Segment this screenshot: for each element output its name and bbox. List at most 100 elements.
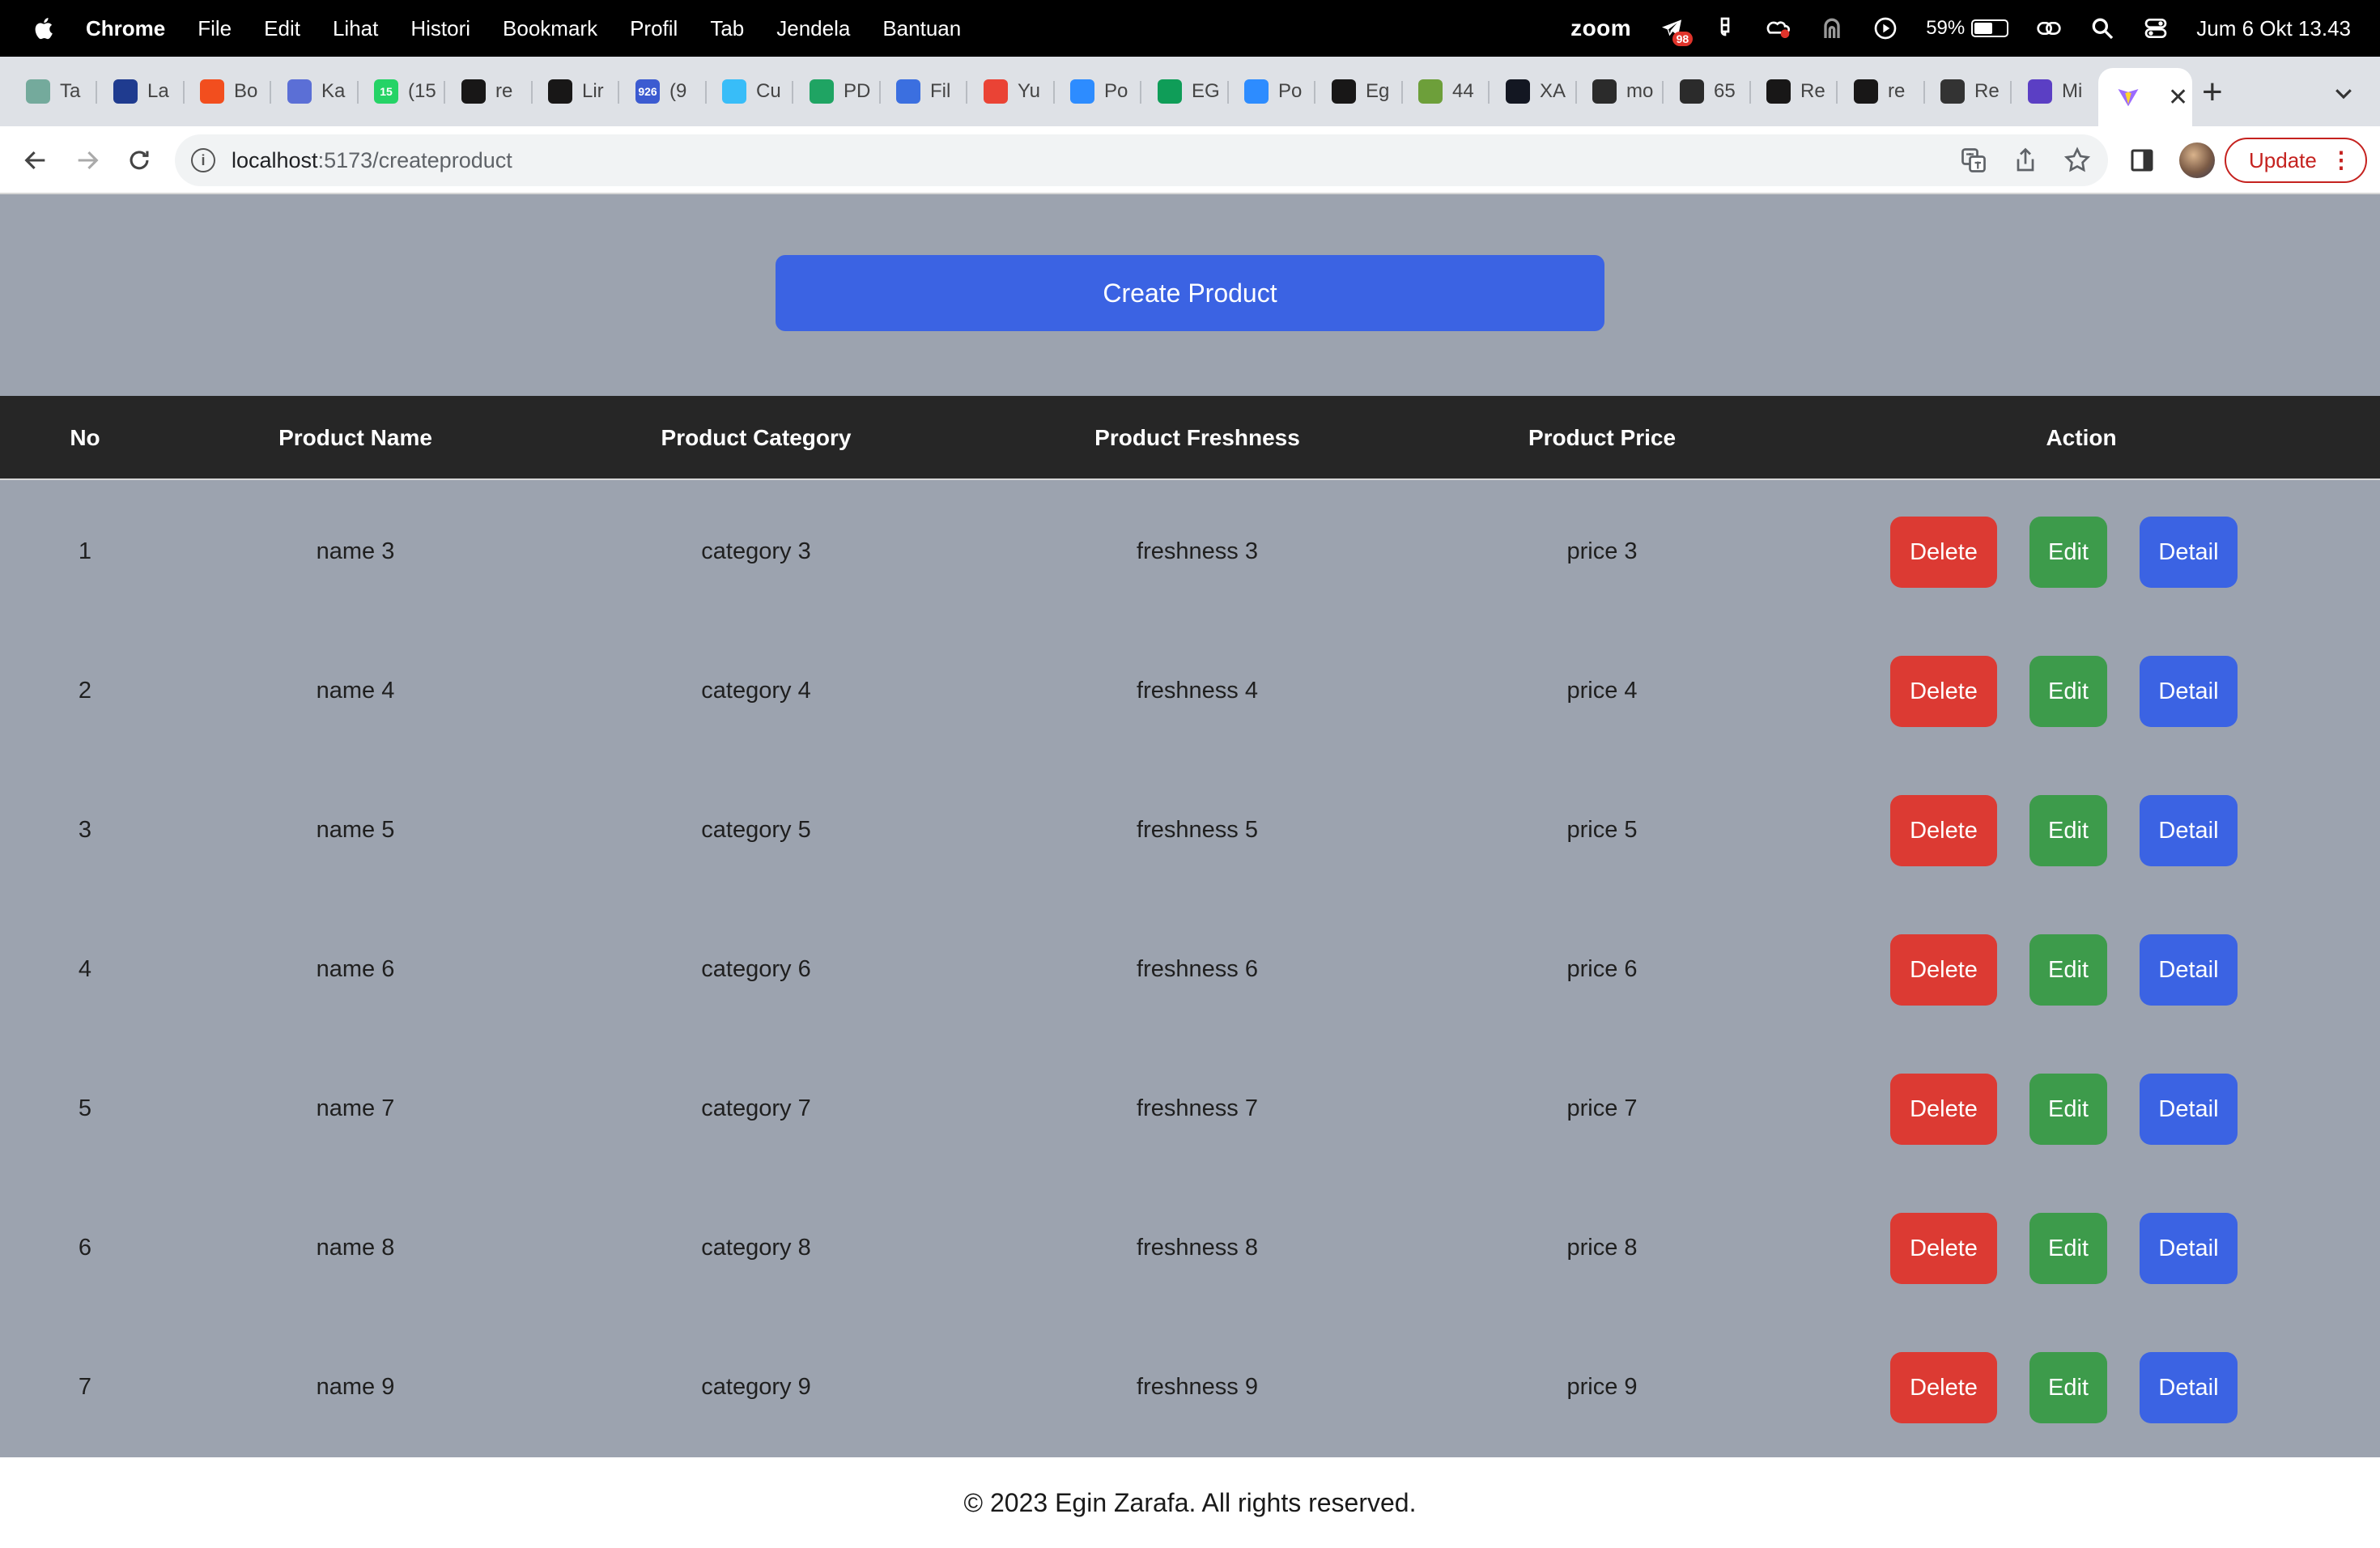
detail-button[interactable]: Detail — [2140, 1213, 2238, 1284]
edit-button[interactable]: Edit — [2029, 795, 2107, 866]
back-button[interactable] — [18, 142, 53, 178]
create-product-button[interactable]: Create Product — [776, 255, 1604, 331]
browser-tab[interactable]: Fil — [883, 71, 964, 112]
tab-title: PD — [844, 80, 871, 102]
telegram-icon[interactable]: 98 — [1659, 15, 1694, 46]
delete-button[interactable]: Delete — [1890, 1352, 1997, 1423]
menu-bookmarks[interactable]: Bookmark — [503, 16, 597, 41]
cell-product-name: name 4 — [316, 677, 395, 704]
battery-status[interactable]: 59% — [1926, 17, 2009, 40]
delete-button[interactable]: Delete — [1890, 656, 1997, 727]
close-tab-icon[interactable]: ✕ — [2168, 83, 2188, 112]
browser-tab[interactable]: 15 (15 — [361, 71, 442, 112]
tab-title: 44 — [1452, 80, 1474, 102]
detail-button[interactable]: Detail — [2140, 934, 2238, 1006]
browser-tab[interactable]: Po — [1231, 71, 1312, 112]
apple-logo-icon[interactable] — [31, 15, 58, 42]
cell-no: 7 — [78, 1373, 92, 1400]
browser-tab[interactable]: mo — [1579, 71, 1660, 112]
forward-button[interactable] — [70, 142, 105, 178]
delete-button[interactable]: Delete — [1890, 1213, 1997, 1284]
browser-tab[interactable]: Yu — [971, 71, 1052, 112]
table-row: 5 name 7 category 7 freshness 7 price 7 Delet… — [0, 1039, 2380, 1178]
browser-tab[interactable]: Cu — [709, 71, 790, 112]
vite-icon — [2116, 85, 2140, 109]
delete-button[interactable]: Delete — [1890, 517, 1997, 588]
reload-icon — [130, 151, 149, 170]
browser-tab[interactable]: Ka — [274, 71, 355, 112]
browser-tab[interactable]: Re — [1927, 71, 2008, 112]
browser-tab[interactable]: Eg — [1319, 71, 1400, 112]
profile-avatar[interactable] — [2179, 142, 2215, 178]
detail-button[interactable]: Detail — [2140, 795, 2238, 866]
tab-search-chevron-icon[interactable] — [2331, 81, 2356, 105]
play-status-icon[interactable] — [1872, 15, 1898, 41]
browser-tab[interactable]: Re — [1753, 71, 1834, 112]
browser-tab[interactable]: 926 (9 — [623, 71, 703, 112]
tab-separator — [96, 81, 97, 104]
detail-button[interactable]: Detail — [2140, 517, 2238, 588]
menu-window[interactable]: Jendela — [776, 16, 850, 41]
side-panel-icon[interactable] — [2127, 146, 2157, 175]
figma-icon — [200, 79, 224, 104]
browser-tab[interactable]: 65 — [1667, 71, 1748, 112]
browser-tab[interactable]: re — [448, 71, 529, 112]
browser-tab[interactable]: Mi — [2015, 71, 2096, 112]
url-text[interactable]: localhost:5173/createproduct — [232, 148, 512, 173]
browser-toolbar: i localhost:5173/createproduct Update ⋮ — [0, 126, 2380, 194]
browser-tab[interactable]: PD — [797, 71, 878, 112]
tab-title: Fil — [930, 80, 951, 102]
menu-tab[interactable]: Tab — [710, 16, 744, 41]
menu-file[interactable]: File — [198, 16, 232, 41]
menu-profiles[interactable]: Profil — [630, 16, 678, 41]
detail-button[interactable]: Detail — [2140, 1074, 2238, 1145]
zoom-status-label[interactable]: zoom — [1570, 15, 1631, 41]
figma-status-icon[interactable] — [1712, 15, 1738, 41]
browser-tab[interactable]: Po — [1057, 71, 1138, 112]
menu-view[interactable]: Lihat — [333, 16, 378, 41]
menu-app-name[interactable]: Chrome — [86, 16, 165, 41]
control-center-icon[interactable] — [2143, 15, 2169, 41]
share-icon[interactable] — [2011, 146, 2040, 175]
delete-button[interactable]: Delete — [1890, 934, 1997, 1006]
browser-tab[interactable]: Bo — [187, 71, 268, 112]
menu-help[interactable]: Bantuan — [882, 16, 961, 41]
menubar-clock[interactable]: Jum 6 Okt 13.43 — [2196, 16, 2351, 41]
browser-tab[interactable]: XA — [1493, 71, 1574, 112]
spotlight-search-icon[interactable] — [2089, 15, 2115, 41]
delete-button[interactable]: Delete — [1890, 1074, 1997, 1145]
browser-tab[interactable]: 44 — [1405, 71, 1486, 112]
edit-button[interactable]: Edit — [2029, 1213, 2107, 1284]
reload-button[interactable] — [121, 142, 157, 178]
chrome-update-button[interactable]: Update ⋮ — [2225, 138, 2367, 183]
detail-button[interactable]: Detail — [2140, 1352, 2238, 1423]
address-bar[interactable]: i localhost:5173/createproduct — [175, 134, 2108, 186]
delete-button[interactable]: Delete — [1890, 795, 1997, 866]
vpn-status-icon[interactable] — [1819, 15, 1845, 41]
tab-title: Po — [1104, 80, 1128, 102]
tab-separator — [1662, 81, 1664, 104]
new-tab-button[interactable]: + — [2202, 74, 2223, 110]
bookmark-star-icon[interactable] — [2063, 146, 2092, 175]
cloud-status-icon[interactable] — [1766, 15, 1791, 41]
edit-button[interactable]: Edit — [2029, 1074, 2107, 1145]
site-info-icon[interactable]: i — [191, 148, 215, 172]
edit-button[interactable]: Edit — [2029, 934, 2107, 1006]
browser-tab[interactable]: Lir — [535, 71, 616, 112]
screen-mirroring-icon[interactable] — [2036, 15, 2062, 41]
menu-history[interactable]: Histori — [410, 16, 470, 41]
browser-tab[interactable]: re — [1841, 71, 1922, 112]
detail-button[interactable]: Detail — [2140, 656, 2238, 727]
cell-product-category: category 5 — [701, 816, 811, 843]
zoom-icon — [1070, 79, 1094, 104]
tab-active-createproduct[interactable]: ✕ — [2098, 68, 2192, 126]
edit-button[interactable]: Edit — [2029, 1352, 2107, 1423]
edit-button[interactable]: Edit — [2029, 517, 2107, 588]
browser-tab[interactable]: La — [100, 71, 181, 112]
browser-tab[interactable]: EG — [1145, 71, 1226, 112]
menubar-status-area: zoom 98 59% Jum 6 Okt 13.43 — [1570, 0, 2351, 57]
edit-button[interactable]: Edit — [2029, 656, 2107, 727]
browser-tab[interactable]: Ta — [13, 71, 94, 112]
translate-icon[interactable] — [1959, 146, 1988, 175]
menu-edit[interactable]: Edit — [264, 16, 300, 41]
